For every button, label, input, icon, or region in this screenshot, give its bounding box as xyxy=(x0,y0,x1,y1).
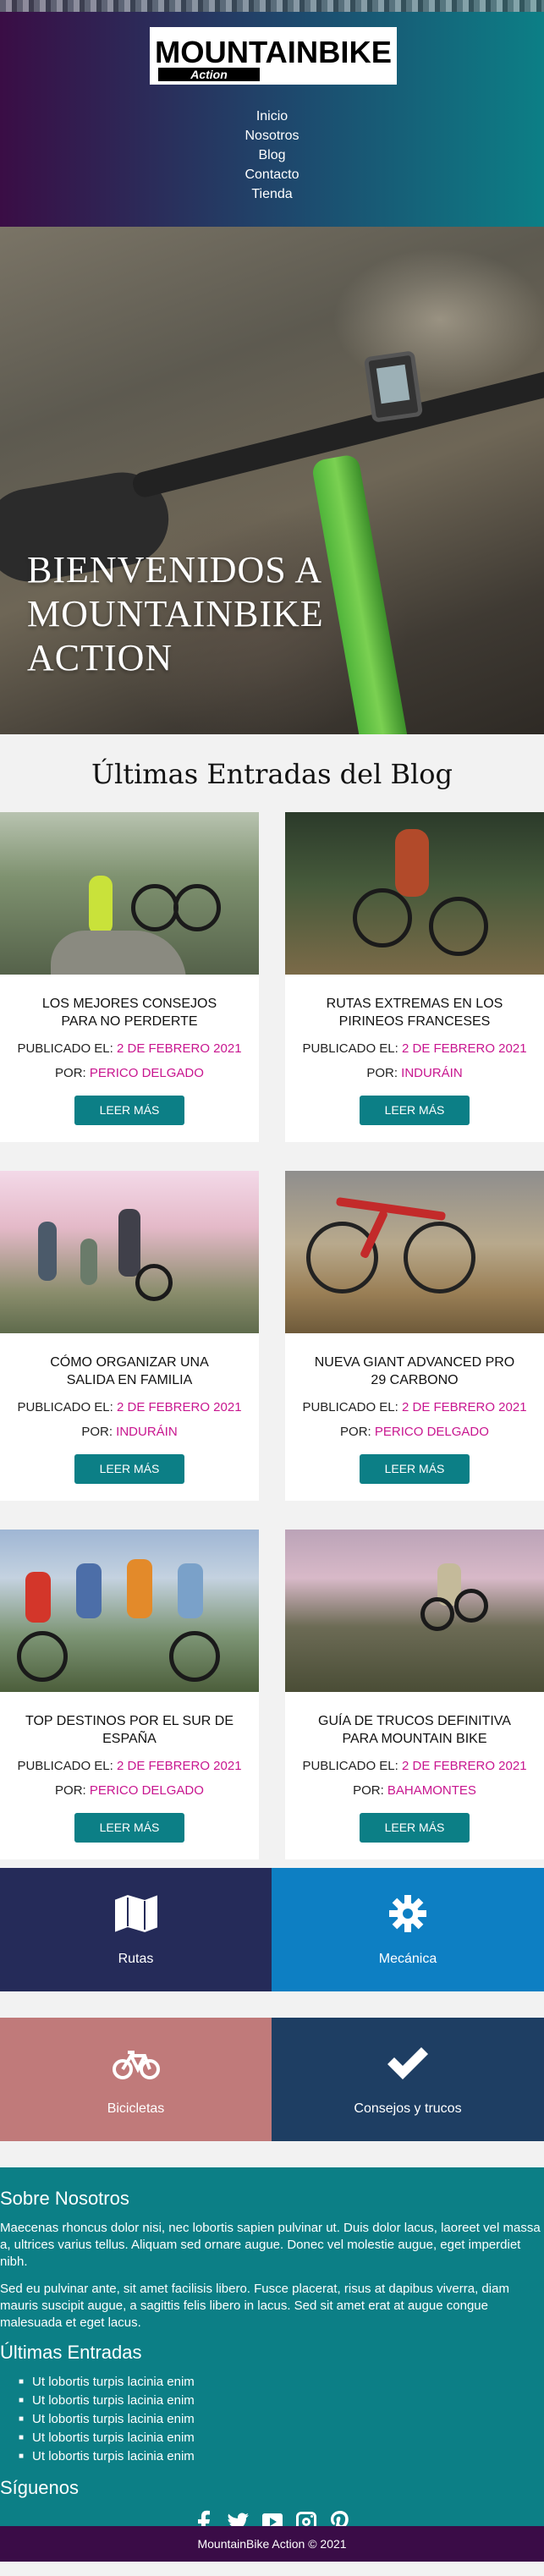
check-icon xyxy=(387,2047,428,2079)
latest-heading: Últimas Entradas xyxy=(0,2342,142,2363)
feature-label: Bicicletas xyxy=(107,2101,165,2116)
feature-label: Rutas xyxy=(118,1952,154,1966)
blog-card-title[interactable]: LOS MEJORES CONSEJOS PARA NO PERDERTE xyxy=(0,975,259,1031)
feature-consejos[interactable]: Consejos y trucos xyxy=(272,2018,544,2141)
nav-tienda[interactable]: Tienda xyxy=(0,184,544,204)
bicycle-icon xyxy=(112,2051,160,2079)
blog-card-date: PUBLICADO EL: 2 de Febrero 2021 xyxy=(17,1041,242,1056)
read-more-button[interactable]: LEER MÁS xyxy=(360,1813,470,1843)
blog-card-title[interactable]: TOP DESTINOS POR EL SUR DE ESPAÑA xyxy=(0,1692,259,1749)
site-header: MOUNTAINBIKE Action Inicio Nosotros Blog… xyxy=(0,0,544,227)
blog-card: LOS MEJORES CONSEJOS PARA NO PERDERTE PU… xyxy=(0,812,259,1142)
blog-card-date: PUBLICADO EL: 2 de Febrero 2021 xyxy=(302,1759,527,1773)
blog-card-author: POR: Perico Delgado xyxy=(340,1425,489,1439)
blog-card-title[interactable]: RUTAS EXTREMAS EN LOS PIRINEOS FRANCESES xyxy=(285,975,544,1031)
blog-card: TOP DESTINOS POR EL SUR DE ESPAÑA PUBLIC… xyxy=(0,1530,259,1859)
blog-card-image[interactable] xyxy=(0,812,259,975)
copyright-bar: MountainBike Action © 2021 xyxy=(0,2526,544,2562)
follow-heading: Síguenos xyxy=(0,2477,79,2498)
blog-card-date: PUBLICADO EL: 2 de Febrero 2021 xyxy=(17,1759,242,1773)
latest-item[interactable]: Ut lobortis turpis lacinia enim xyxy=(19,2411,544,2430)
main-nav: Inicio Nosotros Blog Contacto Tienda xyxy=(0,107,544,204)
about-paragraph-2: Sed eu pulvinar ante, sit amet facilisis… xyxy=(0,2282,509,2330)
blog-section: Últimas Entradas del Blog LOS MEJORES CO… xyxy=(0,734,544,1868)
feature-label: Mecánica xyxy=(378,1952,437,1966)
blog-card: CÓMO ORGANIZAR UNA SALIDA EN FAMILIA PUB… xyxy=(0,1171,259,1501)
blog-card-author: POR: Induráin xyxy=(81,1425,178,1439)
blog-card: GUÍA DE TRUCOS DEFINITIVA PARA MOUNTAIN … xyxy=(285,1530,544,1859)
blog-card-date: PUBLICADO EL: 2 de Febrero 2021 xyxy=(302,1400,527,1414)
hero-title: BIENVENIDOS A MOUNTAINBIKE ACTION xyxy=(27,549,324,678)
blog-card: NUEVA GIANT ADVANCED PRO 29 CARBONO PUBL… xyxy=(285,1171,544,1501)
site-footer: Sobre Nosotros Maecenas rhoncus dolor ni… xyxy=(0,2167,544,2562)
blog-card-author: POR: Perico Delgado xyxy=(55,1783,204,1798)
hero-gps-device xyxy=(363,350,424,423)
nav-blog[interactable]: Blog xyxy=(0,146,544,165)
logo-sub-text: Action xyxy=(190,68,228,81)
read-more-button[interactable]: LEER MÁS xyxy=(74,1454,184,1484)
latest-item[interactable]: Ut lobortis turpis lacinia enim xyxy=(19,2392,544,2411)
hero-banner: BIENVENIDOS A MOUNTAINBIKE ACTION xyxy=(0,227,544,734)
latest-list: Ut lobortis turpis lacinia enim Ut lobor… xyxy=(0,2374,544,2467)
site-logo[interactable]: MOUNTAINBIKE Action xyxy=(146,24,400,88)
map-icon xyxy=(113,1892,159,1935)
logo-main-text: MOUNTAINBIKE xyxy=(155,35,392,69)
read-more-button[interactable]: LEER MÁS xyxy=(360,1096,470,1125)
about-heading: Sobre Nosotros xyxy=(0,2188,129,2209)
header-photo-strip xyxy=(0,0,544,12)
read-more-button[interactable]: LEER MÁS xyxy=(74,1096,184,1125)
feature-label: Consejos y trucos xyxy=(354,2101,462,2116)
blog-card-image[interactable] xyxy=(285,1530,544,1692)
blog-card-title[interactable]: NUEVA GIANT ADVANCED PRO 29 CARBONO xyxy=(285,1333,544,1390)
nav-contacto[interactable]: Contacto xyxy=(0,165,544,184)
blog-card-image[interactable] xyxy=(0,1530,259,1692)
blog-card: RUTAS EXTREMAS EN LOS PIRINEOS FRANCESES… xyxy=(285,812,544,1142)
blog-card-author: POR: Induráin xyxy=(366,1066,463,1080)
feature-rutas[interactable]: Rutas xyxy=(0,1868,272,1991)
blog-card-date: PUBLICADO EL: 2 de Febrero 2021 xyxy=(17,1400,242,1414)
blog-card-title[interactable]: CÓMO ORGANIZAR UNA SALIDA EN FAMILIA xyxy=(0,1333,259,1390)
nav-inicio[interactable]: Inicio xyxy=(0,107,544,126)
blog-card-author: POR: Bahamontes xyxy=(353,1783,476,1798)
feature-mecanica[interactable]: Mecánica xyxy=(272,1868,544,1991)
blog-card-image[interactable] xyxy=(0,1171,259,1333)
blog-grid: LOS MEJORES CONSEJOS PARA NO PERDERTE PU… xyxy=(0,812,544,1859)
blog-card-image[interactable] xyxy=(285,1171,544,1333)
read-more-button[interactable]: LEER MÁS xyxy=(360,1454,470,1484)
gear-icon xyxy=(389,1895,426,1932)
nav-nosotros[interactable]: Nosotros xyxy=(0,126,544,146)
blog-heading: Últimas Entradas del Blog xyxy=(91,758,453,790)
latest-item[interactable]: Ut lobortis turpis lacinia enim xyxy=(19,2374,544,2392)
about-paragraph-1: Maecenas rhoncus dolor nisi, nec loborti… xyxy=(0,2221,541,2269)
blog-card-image[interactable] xyxy=(285,812,544,975)
latest-item[interactable]: Ut lobortis turpis lacinia enim xyxy=(19,2448,544,2467)
read-more-button[interactable]: LEER MÁS xyxy=(74,1813,184,1843)
blog-card-date: PUBLICADO EL: 2 de Febrero 2021 xyxy=(302,1041,527,1056)
feature-bicicletas[interactable]: Bicicletas xyxy=(0,2018,272,2141)
blog-card-title[interactable]: GUÍA DE TRUCOS DEFINITIVA PARA MOUNTAIN … xyxy=(285,1692,544,1749)
features-grid: Rutas Mecánica Bicicletas Consejos y tru… xyxy=(0,1868,544,2167)
latest-item[interactable]: Ut lobortis turpis lacinia enim xyxy=(19,2430,544,2448)
blog-card-author: POR: Perico Delgado xyxy=(55,1066,204,1080)
